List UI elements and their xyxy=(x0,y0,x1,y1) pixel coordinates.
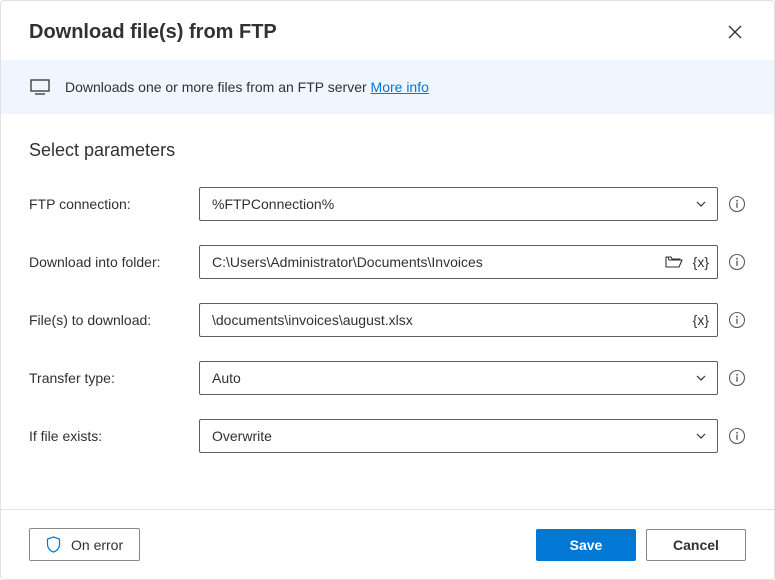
on-error-label: On error xyxy=(71,537,123,553)
info-icon[interactable] xyxy=(728,311,746,329)
cancel-button[interactable]: Cancel xyxy=(646,529,746,561)
folder-open-icon[interactable] xyxy=(665,254,683,270)
close-icon xyxy=(728,25,742,39)
variable-icon[interactable]: {x} xyxy=(693,312,709,328)
section-title: Select parameters xyxy=(29,140,746,161)
input-download-folder[interactable]: {x} xyxy=(199,245,718,279)
label-transfer-type: Transfer type: xyxy=(29,370,189,386)
label-download-folder: Download into folder: xyxy=(29,254,189,270)
dialog-title: Download file(s) from FTP xyxy=(29,21,277,44)
row-ftp-connection: FTP connection: %FTPConnection% xyxy=(29,187,746,221)
info-banner-description: Downloads one or more files from an FTP … xyxy=(65,79,371,95)
select-if-file-exists[interactable]: Overwrite xyxy=(199,419,718,453)
input-download-folder-field[interactable] xyxy=(212,254,665,270)
save-button[interactable]: Save xyxy=(536,529,636,561)
label-ftp-connection: FTP connection: xyxy=(29,196,189,212)
row-transfer-type: Transfer type: Auto xyxy=(29,361,746,395)
footer-actions: Save Cancel xyxy=(536,529,746,561)
input-files-to-download-field[interactable] xyxy=(212,312,693,328)
on-error-button[interactable]: On error xyxy=(29,528,140,561)
dialog-download-ftp: Download file(s) from FTP Downloads one … xyxy=(0,0,775,580)
close-button[interactable] xyxy=(724,21,746,43)
select-transfer-type[interactable]: Auto xyxy=(199,361,718,395)
chevron-down-icon xyxy=(695,372,707,384)
chevron-down-icon xyxy=(695,198,707,210)
label-if-file-exists: If file exists: xyxy=(29,428,189,444)
dialog-header: Download file(s) from FTP xyxy=(1,1,774,60)
info-icon[interactable] xyxy=(728,369,746,387)
more-info-link[interactable]: More info xyxy=(371,79,429,95)
monitor-icon xyxy=(29,76,51,98)
info-icon[interactable] xyxy=(728,195,746,213)
input-files-to-download[interactable]: {x} xyxy=(199,303,718,337)
dialog-footer: On error Save Cancel xyxy=(1,509,774,579)
select-value: %FTPConnection% xyxy=(212,196,334,212)
shield-icon xyxy=(46,536,61,553)
info-banner-text: Downloads one or more files from an FTP … xyxy=(65,79,429,95)
info-banner: Downloads one or more files from an FTP … xyxy=(1,60,774,114)
row-download-folder: Download into folder: {x} xyxy=(29,245,746,279)
info-icon[interactable] xyxy=(728,253,746,271)
label-files-to-download: File(s) to download: xyxy=(29,312,189,328)
select-ftp-connection[interactable]: %FTPConnection% xyxy=(199,187,718,221)
row-if-file-exists: If file exists: Overwrite xyxy=(29,419,746,453)
variable-icon[interactable]: {x} xyxy=(693,254,709,270)
info-icon[interactable] xyxy=(728,427,746,445)
dialog-content: Select parameters FTP connection: %FTPCo… xyxy=(1,114,774,509)
select-value: Overwrite xyxy=(212,428,272,444)
select-value: Auto xyxy=(212,370,241,386)
row-files-to-download: File(s) to download: {x} xyxy=(29,303,746,337)
chevron-down-icon xyxy=(695,430,707,442)
